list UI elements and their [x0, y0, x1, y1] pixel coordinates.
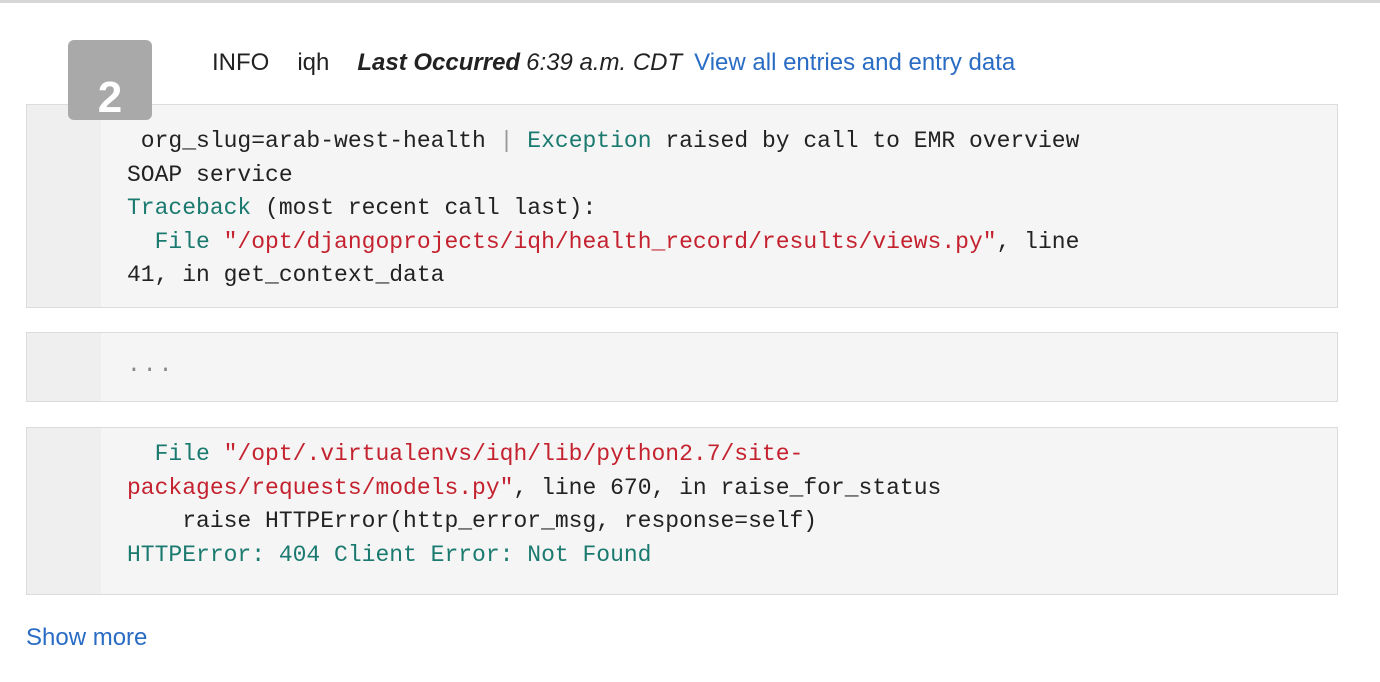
log-level: INFO [212, 49, 270, 76]
app-name: iqh [297, 49, 330, 76]
ellipsis-code: ... [127, 352, 175, 378]
traceback-ellipsis-block: ... [26, 332, 1338, 402]
last-occurred-time: 6:39 a.m. CDT [526, 49, 683, 76]
view-all-entries-link[interactable]: View all entries and entry data [694, 49, 1015, 77]
last-occurred-label: Last Occurred [357, 49, 521, 76]
entry-number-badge: 2 [68, 40, 152, 120]
entry-header: INFO iqh Last Occurred 6:39 a.m. CDT Vie… [212, 48, 1015, 78]
code-gutter [27, 105, 101, 307]
show-more-link[interactable]: Show more [26, 624, 147, 652]
traceback-block-first: org_slug=arab-west-health | Exception ra… [26, 104, 1338, 308]
code-gutter [27, 333, 101, 401]
traceback-block-last: File "/opt/.virtualenvs/iqh/lib/python2.… [26, 427, 1338, 595]
traceback-code: File "/opt/.virtualenvs/iqh/lib/python2.… [127, 441, 942, 568]
code-gutter [27, 428, 101, 594]
entry-number: 2 [97, 73, 123, 122]
top-divider [0, 0, 1380, 3]
traceback-code: org_slug=arab-west-health | Exception ra… [127, 128, 1080, 288]
